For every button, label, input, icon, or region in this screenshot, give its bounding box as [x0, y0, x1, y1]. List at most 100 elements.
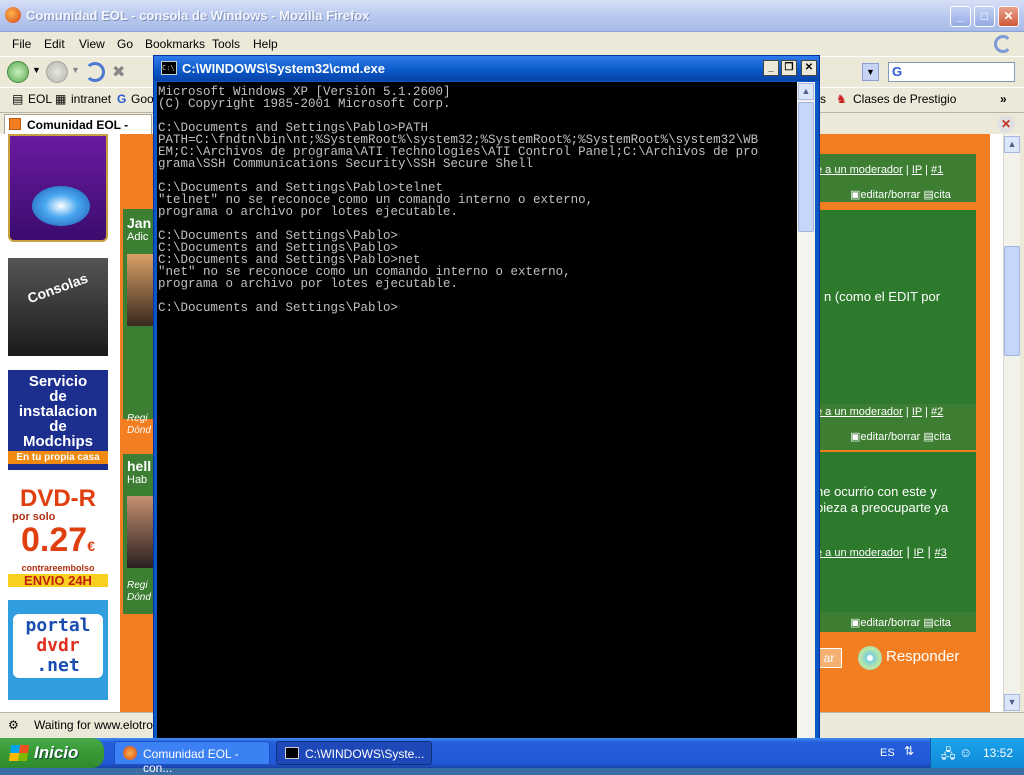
edit-label[interactable]: editar/borrar [860, 617, 920, 629]
post-1-edit[interactable]: ▣editar/borrar ▤cita [850, 188, 951, 201]
edit-label[interactable]: editar/borrar [860, 189, 920, 201]
menu-bar: File Edit View Go Bookmarks Tools Help [0, 33, 1024, 55]
post-3-edit[interactable]: ▣editar/borrar ▤cita [850, 616, 951, 629]
cmd-titlebar[interactable]: C:\ C:\WINDOWS\System32\cmd.exe _ ❐ ✕ [154, 56, 819, 81]
post-1-username[interactable]: Jan [127, 215, 151, 231]
post-1-head: e a un moderador | IP | #1 ▣editar/borra… [816, 154, 976, 202]
post-3-text-2: bieza a preocuparte ya [816, 500, 949, 515]
post-number-link[interactable]: #1 [931, 164, 943, 176]
start-button[interactable]: Inicio [0, 738, 104, 768]
scroll-up-icon[interactable]: ▲ [1004, 136, 1020, 153]
minimize-button[interactable]: _ [950, 6, 971, 27]
security-icon: ⚙ [8, 718, 19, 732]
ip-link[interactable]: IP [913, 547, 923, 559]
portaldvdr-ad[interactable]: portal dvdr .net [8, 600, 108, 700]
menu-file[interactable]: File [12, 37, 31, 51]
cmd-scroll-thumb[interactable] [798, 102, 814, 232]
ads-sidebar: Consolas Servicio de instalacion de Modc… [0, 134, 114, 712]
language-indicator[interactable]: ES [880, 747, 895, 759]
menu-view[interactable]: View [79, 37, 105, 51]
report-link[interactable]: e a un moderador [816, 406, 903, 418]
cmd-output[interactable]: Microsoft Windows XP [Versión 5.1.2600](… [157, 82, 797, 738]
menu-bookmarks[interactable]: Bookmarks [145, 37, 205, 51]
ip-link[interactable]: IP [912, 164, 922, 176]
modchips-line: Servicio [28, 373, 88, 390]
chipspace-disc-icon [32, 186, 90, 226]
forward-dropdown-icon[interactable]: ▼ [71, 65, 80, 75]
url-dropdown-icon[interactable]: ▼ [862, 63, 879, 81]
post-2-text: n (como el EDIT por [824, 289, 941, 304]
cita-label[interactable]: cita [934, 431, 951, 443]
dvdr-ad[interactable]: DVD-R por solo 0.27€ contrareembolso ENV… [8, 486, 108, 587]
ip-link[interactable]: IP [912, 406, 922, 418]
close-tab-icon[interactable]: ✕ [997, 115, 1015, 133]
cmd-restore-button[interactable]: ❐ [781, 60, 797, 76]
network-icon[interactable]: 🖧 [941, 745, 956, 767]
modchips-ad[interactable]: Servicio de instalacion de Modchips En t… [8, 370, 108, 470]
stop-icon[interactable]: ✖ [112, 62, 125, 82]
edit-icon: ▣ [850, 431, 861, 443]
status-text: Waiting for www.elotrola [34, 718, 163, 732]
post-3-report[interactable]: e a un moderador | IP | #3 [816, 544, 947, 559]
taskbar: Inicio Comunidad EOL - con... C:\WINDOWS… [0, 738, 1024, 775]
responder-button[interactable]: Responder [850, 642, 974, 674]
scroll-thumb[interactable] [1004, 246, 1020, 356]
cita-label[interactable]: cita [934, 617, 951, 629]
post-number-link[interactable]: #2 [931, 406, 943, 418]
post-3-username[interactable]: hell [127, 458, 151, 474]
menu-tools[interactable]: Tools [212, 37, 240, 51]
maximize-button[interactable]: □ [974, 6, 995, 27]
post-1-report[interactable]: e a un moderador | IP | #1 [816, 164, 943, 176]
post-2-report[interactable]: e a un moderador | IP | #2 [816, 406, 943, 418]
cmd-line: C:\Documents and Settings\Pablo> [158, 301, 399, 315]
cmd-scrollbar[interactable]: ▲ [797, 82, 815, 738]
report-link[interactable]: e a un moderador [816, 164, 903, 176]
post-3-reg: Regi [127, 580, 148, 591]
system-tray: 🖧 ☺ 13:52 [930, 738, 1024, 768]
close-button[interactable]: ✕ [998, 6, 1019, 27]
cmd-minimize-button[interactable]: _ [763, 60, 779, 76]
taskbar-item-firefox[interactable]: Comunidad EOL - con... [114, 741, 270, 775]
bookmark-google[interactable]: Goo [131, 92, 154, 106]
google-icon: G [892, 64, 903, 79]
scroll-down-icon[interactable]: ▼ [1004, 694, 1020, 711]
post-3-author: hell Hab Regi Dónd [123, 454, 157, 614]
consolas-ad[interactable]: Consolas [8, 258, 108, 356]
edit-label[interactable]: editar/borrar [860, 431, 920, 443]
menu-go[interactable]: Go [117, 37, 133, 51]
post-3-foot: ▣editar/borrar ▤cita [816, 612, 976, 632]
chipspace-ad[interactable] [8, 134, 108, 242]
bookmarks-chevron-icon[interactable]: » [1000, 92, 1007, 106]
back-dropdown-icon[interactable]: ▼ [32, 65, 41, 75]
report-link[interactable]: e a un moderador [816, 547, 903, 559]
cita-label[interactable]: cita [934, 189, 951, 201]
menu-help[interactable]: Help [253, 37, 278, 51]
window-title: Comunidad EOL - consola de Windows - Moz… [26, 8, 370, 23]
bookmark-intranet-icon: ▦ [55, 92, 67, 106]
taskbar-item-label: C:\WINDOWS\Syste... [305, 747, 425, 761]
back-icon[interactable] [7, 61, 29, 83]
bookmark-eol[interactable]: EOL [28, 92, 52, 106]
post-2-edit[interactable]: ▣editar/borrar ▤cita [850, 430, 951, 443]
taskbar-item-cmd[interactable]: C:\WINDOWS\Syste... [276, 741, 432, 765]
messenger-icon[interactable]: ☺ [959, 745, 972, 760]
cmd-scroll-up-icon[interactable]: ▲ [798, 83, 814, 100]
cmd-close-button[interactable]: ✕ [801, 60, 817, 76]
post-number-link[interactable]: #3 [935, 547, 947, 559]
page-scrollbar[interactable]: ▲ ▼ [1003, 134, 1020, 712]
firefox-titlebar[interactable]: Comunidad EOL - consola de Windows - Moz… [0, 0, 1024, 32]
menu-edit[interactable]: Edit [44, 37, 65, 51]
firefox-icon [5, 7, 21, 23]
portal-line: .net [36, 655, 80, 676]
reload-icon[interactable] [85, 62, 105, 82]
language-bar-icon[interactable]: ⇅ [904, 744, 914, 758]
search-input[interactable]: G [888, 62, 1015, 82]
start-label: Inicio [34, 743, 79, 762]
cmd-title: C:\WINDOWS\System32\cmd.exe [182, 61, 386, 76]
tab-comunidad-eol[interactable]: Comunidad EOL - cons [4, 114, 152, 146]
forward-icon[interactable] [46, 61, 68, 83]
bookmark-clases[interactable]: Clases de Prestigio [853, 92, 956, 106]
cmd-task-icon [285, 747, 299, 759]
bookmark-intranet[interactable]: intranet [71, 92, 111, 106]
bookmark-s[interactable]: s [820, 92, 826, 106]
